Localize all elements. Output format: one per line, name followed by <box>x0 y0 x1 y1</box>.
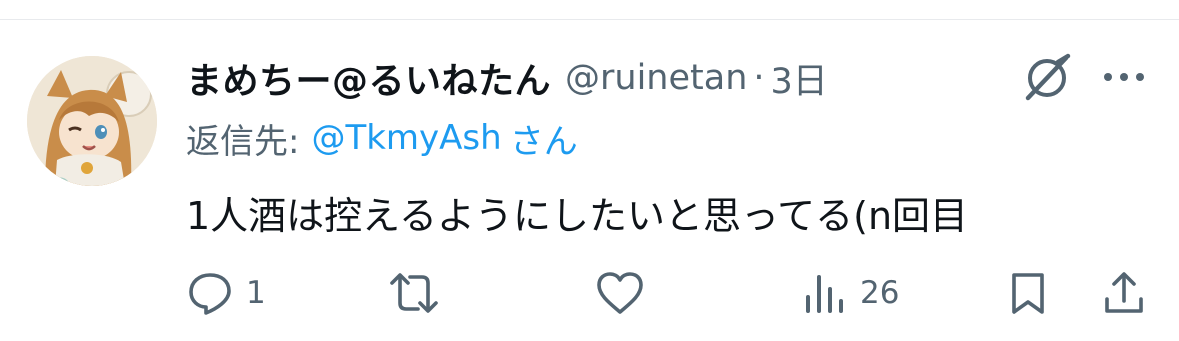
retweet-icon <box>390 273 438 313</box>
action-bar: 1 26 <box>0 260 1179 326</box>
tweet-header: まめちー@るいねたん @ruinetan · 3日 <box>186 48 828 108</box>
avatar[interactable] <box>27 56 157 186</box>
reply-icon <box>189 273 231 315</box>
like-button[interactable] <box>594 260 658 326</box>
reply-button[interactable]: 1 <box>186 260 266 326</box>
author-handle[interactable]: @ruinetan <box>565 58 747 98</box>
reply-suffix: さん <box>509 121 578 162</box>
top-divider <box>0 19 1179 20</box>
bookmark-icon <box>1012 273 1044 314</box>
timestamp[interactable]: 3日 <box>771 53 828 104</box>
bookmark-button[interactable] <box>1006 260 1050 326</box>
tweet-text: 1人酒は控えるようにしたいと思ってる(n回目 <box>186 194 969 238</box>
avatar-image <box>27 56 157 186</box>
reply-prefix: 返信先: <box>186 121 300 162</box>
retweet-button[interactable] <box>386 260 454 326</box>
reply-to-handle[interactable]: @TkmyAsh <box>311 118 501 158</box>
views-button[interactable]: 26 <box>800 260 899 326</box>
views-count: 26 <box>860 275 900 311</box>
more-icon[interactable] <box>1101 60 1147 94</box>
author-display-name[interactable]: まめちー@るいねたん <box>186 52 551 104</box>
grok-icon[interactable] <box>1018 52 1076 104</box>
views-icon <box>806 275 843 313</box>
reply-context: 返信先: @TkmyAsh さん <box>186 110 578 166</box>
reply-count: 1 <box>246 275 266 311</box>
separator-dot: · <box>753 58 765 98</box>
heart-icon <box>597 272 643 314</box>
share-icon <box>1105 272 1143 313</box>
share-button[interactable] <box>1100 260 1148 326</box>
